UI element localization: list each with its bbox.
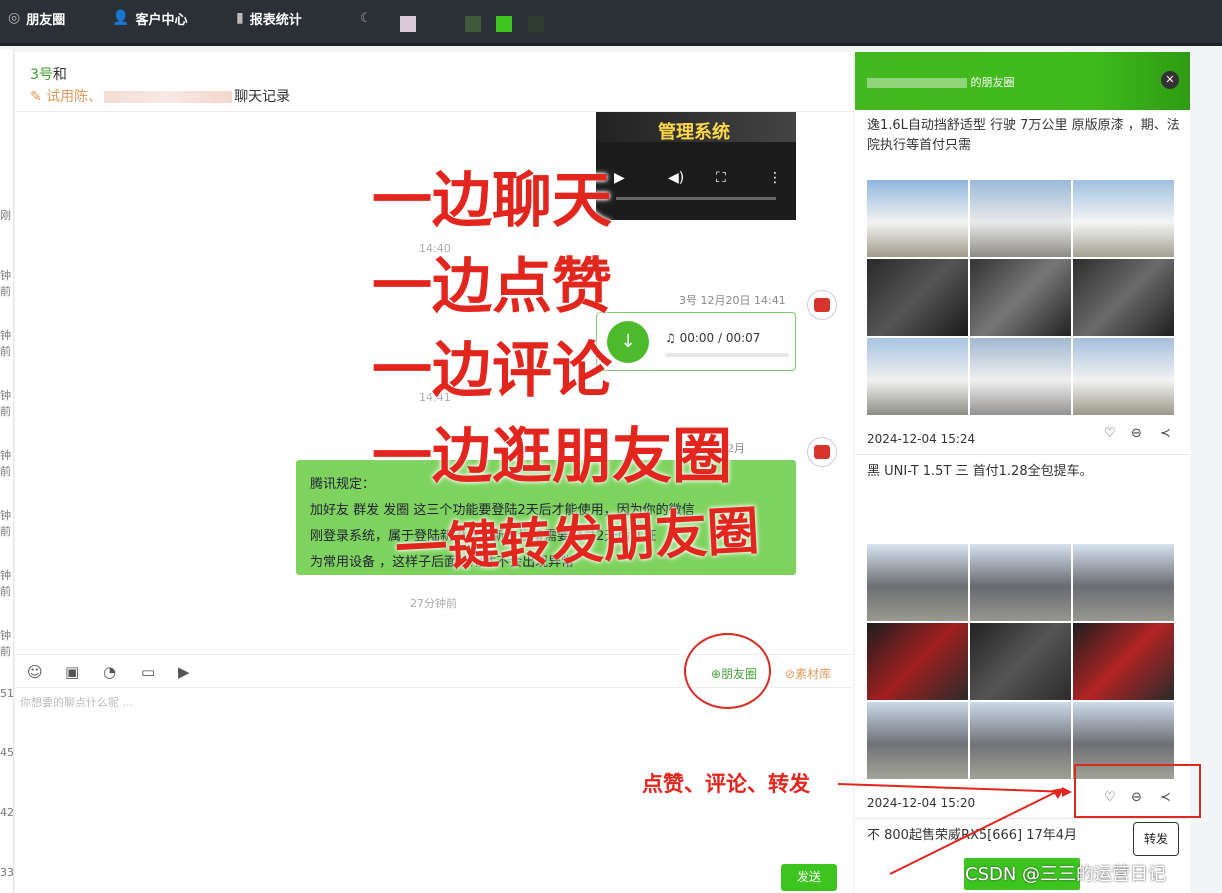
annotation-like: 一边点赞 xyxy=(372,252,612,322)
play-icon[interactable]: ▶ xyxy=(614,170,625,186)
list-time: 钟前 xyxy=(0,329,11,358)
video-controls: ▶ ◀) ⛶ ⋮ xyxy=(596,160,796,200)
post-images xyxy=(867,544,1176,779)
list-time: 钟前 xyxy=(0,269,11,298)
theme-swatch-darkgreen[interactable] xyxy=(465,16,481,32)
voice-duration: ♫ 00:00 / 00:07 xyxy=(665,331,761,345)
close-icon[interactable]: ✕ xyxy=(1161,71,1179,89)
car-photo[interactable] xyxy=(867,180,968,257)
volume-icon[interactable]: ◀) xyxy=(668,170,684,186)
image-icon[interactable]: ▣ xyxy=(65,663,79,681)
list-time: 刚 xyxy=(0,209,11,222)
watermark: CSDN @三三的运营日记 xyxy=(965,864,1167,885)
video-message[interactable]: 管理系统 ▶ ◀) ⛶ ⋮ xyxy=(596,112,796,220)
list-time: 42 xyxy=(0,806,14,819)
voice-play-icon[interactable]: ↓ xyxy=(607,321,649,363)
annotation-label: 点赞、评论、转发 xyxy=(642,772,810,796)
conversation-list-edge: 刚 钟前 钟前 钟前 钟前 钟前 钟前 钟前 51 45 42 33 xyxy=(0,49,14,893)
car-photo[interactable] xyxy=(970,259,1071,336)
send-button[interactable]: 发送 xyxy=(781,864,837,891)
top-navigation-bar: ◎ 朋友圈 👤 客户中心 ▮ 报表统计 ☾ xyxy=(0,0,1222,46)
moon-icon[interactable]: ☾ xyxy=(360,0,372,36)
car-photo[interactable] xyxy=(970,180,1071,257)
avatar[interactable] xyxy=(807,437,837,467)
share-icon[interactable]: ≺ xyxy=(1160,426,1171,441)
chat-subtitle[interactable]: ✎ 试用陈、 聊天记录 xyxy=(30,86,290,106)
car-photo[interactable] xyxy=(1073,338,1174,415)
post-text: 黑 UNI-T 1.5T 三 首付1.28全包提车。 xyxy=(867,464,1093,479)
car-photo[interactable] xyxy=(1073,544,1174,621)
message-time: 27分钟前 xyxy=(410,597,457,610)
more-icon[interactable]: ⋮ xyxy=(768,170,782,186)
like-icon[interactable]: ♡ xyxy=(1104,426,1116,441)
post-date: 2024-12-04 15:24 xyxy=(867,432,976,446)
list-time: 45 xyxy=(0,746,14,759)
emoji-icon[interactable]: ☺ xyxy=(27,663,43,681)
car-photo[interactable] xyxy=(867,702,968,779)
fullscreen-icon[interactable]: ⛶ xyxy=(716,170,726,186)
comment-icon[interactable]: ⊖ xyxy=(1131,426,1142,441)
video-progress[interactable] xyxy=(616,197,776,200)
arrow-line xyxy=(837,783,1071,793)
annotation-circle xyxy=(684,633,771,709)
list-time: 钟前 xyxy=(0,629,11,658)
car-photo[interactable] xyxy=(970,623,1071,700)
voice-message[interactable]: ↓ ♫ 00:00 / 00:07 xyxy=(596,312,796,371)
sticker-icon[interactable]: ◔ xyxy=(103,663,116,681)
car-photo[interactable] xyxy=(867,259,968,336)
car-photo[interactable] xyxy=(1073,623,1174,700)
car-photo[interactable] xyxy=(1073,259,1174,336)
video-thumbnail: 管理系统 xyxy=(596,112,796,143)
folder-icon[interactable]: ▭ xyxy=(141,663,155,681)
nav-customer-center[interactable]: 👤 客户中心 xyxy=(112,0,187,36)
list-time: 钟前 xyxy=(0,509,11,538)
aperture-icon: ◎ xyxy=(8,10,21,26)
car-photo[interactable] xyxy=(1073,180,1174,257)
headphone-icon: ♫ xyxy=(665,331,680,345)
panel-header: 的朋友圈 ✕ xyxy=(855,52,1190,110)
forward-tooltip: 转发 xyxy=(1133,822,1179,856)
message-input[interactable]: 你想要的聊点什么呢 ... xyxy=(20,694,133,710)
theme-swatch-pink[interactable] xyxy=(400,16,416,32)
edit-icon: ✎ xyxy=(30,89,47,105)
video-call-icon[interactable]: ▶ xyxy=(178,663,190,681)
message-meta: 3号 12月20日 14:41 xyxy=(679,294,786,307)
annotation-browse: 一边逛朋友圈 xyxy=(372,422,732,492)
car-photo[interactable] xyxy=(867,338,968,415)
theme-swatch-dark[interactable] xyxy=(528,16,544,32)
voice-progress[interactable] xyxy=(665,353,789,357)
list-time: 钟前 xyxy=(0,449,11,478)
list-time: 钟前 xyxy=(0,389,11,418)
chat-title: 3号和 xyxy=(30,67,67,83)
car-photo[interactable] xyxy=(867,623,968,700)
panel-title: 的朋友圈 xyxy=(867,74,1015,90)
user-icon: 👤 xyxy=(112,10,130,26)
annotation-chat: 一边聊天 xyxy=(372,166,612,236)
post-images xyxy=(867,180,1176,415)
list-time: 51 xyxy=(0,687,14,700)
car-photo[interactable] xyxy=(970,702,1071,779)
nav-reports[interactable]: ▮ 报表统计 xyxy=(236,0,302,36)
list-time: 33 xyxy=(0,866,14,879)
annotation-comment: 一边评论 xyxy=(372,336,612,406)
chat-header: 3号和 ✎ 试用陈、 聊天记录 xyxy=(15,52,853,112)
link-icon: ⊘ xyxy=(785,667,796,681)
list-time: 钟前 xyxy=(0,569,11,598)
annotation-box xyxy=(1074,764,1201,818)
car-photo[interactable] xyxy=(970,338,1071,415)
post-divider xyxy=(855,454,1190,455)
post-text: 逸1.6L自动挡舒适型 行驶 7万公里 原版原漆 ，期、法院执行等首付只需 xyxy=(867,118,1180,153)
car-photo[interactable] xyxy=(970,544,1071,621)
car-photo[interactable] xyxy=(867,544,968,621)
material-library-button[interactable]: ⊘素材库 xyxy=(785,665,831,682)
avatar[interactable] xyxy=(807,290,837,320)
theme-swatch-green[interactable] xyxy=(496,16,512,32)
blurred-name xyxy=(104,91,233,103)
bar-chart-icon: ▮ xyxy=(236,10,244,26)
nav-moments[interactable]: ◎ 朋友圈 xyxy=(8,0,65,36)
